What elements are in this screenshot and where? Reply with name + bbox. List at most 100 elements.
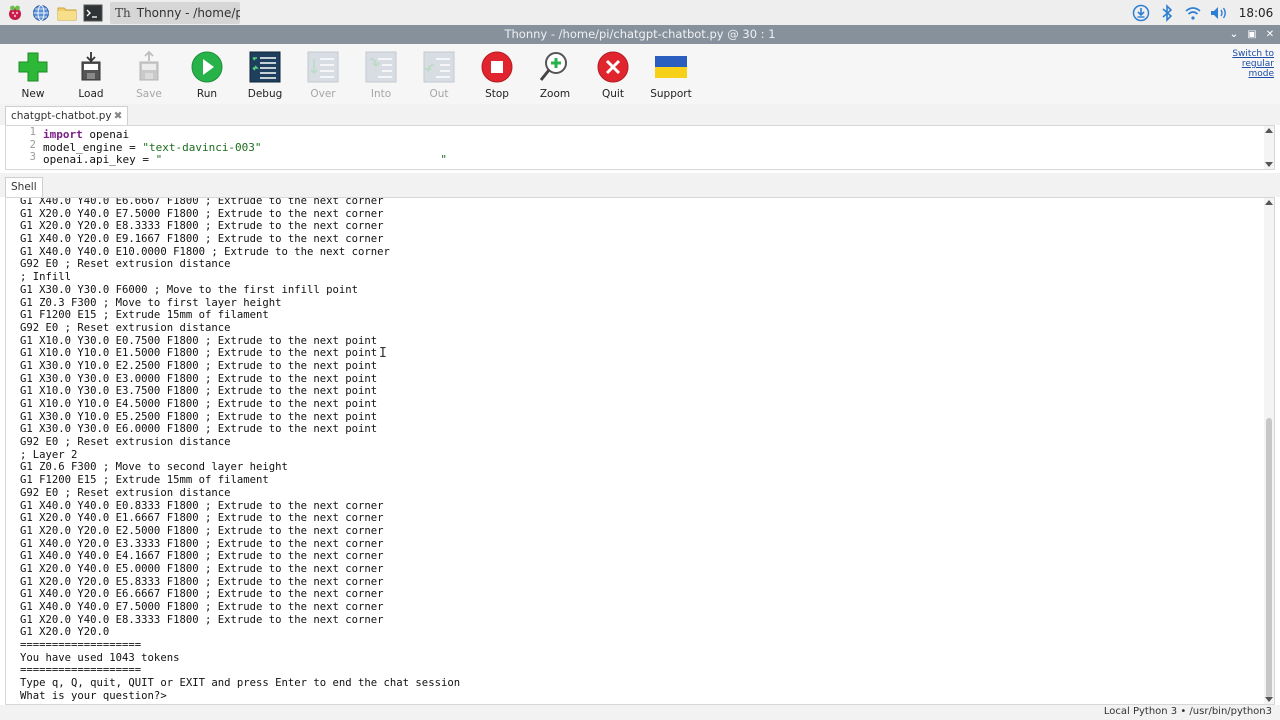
minimize-icon[interactable]: ⌄ [1228, 25, 1240, 44]
shell-line: G1 X30.0 Y10.0 E2.2500 F1800 ; Extrude t… [20, 359, 378, 372]
load-button[interactable]: Load [62, 48, 120, 102]
shell-line: Type q, Q, quit, QUIT or EXIT and press … [20, 677, 461, 690]
save-button[interactable]: Save [120, 48, 178, 102]
maximize-icon[interactable]: ▣ [1246, 25, 1258, 44]
line-number: 2 [29, 138, 36, 151]
shell-line: G1 X20.0 Y20.0 E2.5000 F1800 ; Extrude t… [20, 524, 384, 537]
debug-icon [248, 50, 282, 84]
code-editor[interactable]: 1 2 3 import openai model_engine = "text… [5, 125, 1275, 170]
zoom-icon [538, 50, 572, 84]
shell-console[interactable]: G1 X40.0 Y40.0 E6.6667 F1800 ; Extrude t… [5, 197, 1275, 705]
scroll-up-icon[interactable] [1265, 200, 1273, 205]
shell-tab[interactable]: Shell [5, 177, 43, 197]
close-icon[interactable]: ✕ [1264, 25, 1276, 44]
terminal-icon[interactable] [82, 2, 104, 24]
raspberry-icon[interactable] [4, 2, 26, 24]
quit-icon [596, 50, 630, 84]
editor-tab-label: chatgpt-chatbot.py [11, 110, 112, 122]
shell-line: G1 X10.0 Y30.0 E3.7500 F1800 ; Extrude t… [20, 385, 378, 398]
shell-line: G1 X20.0 Y40.0 E5.0000 F1800 ; Extrude t… [20, 562, 384, 575]
thonny-icon: Th [115, 5, 131, 20]
step-into-button-label: Into [370, 88, 392, 100]
string-token: " " [155, 153, 447, 167]
zoom-button-label: Zoom [539, 88, 571, 100]
run-button-label: Run [196, 88, 218, 100]
download-icon[interactable] [1128, 0, 1154, 25]
switch-mode-line-2: regular [1241, 59, 1274, 69]
shell-line: =================== [20, 639, 142, 652]
clock[interactable]: 18:06 [1232, 6, 1280, 20]
debug-button[interactable]: Debug [236, 48, 294, 102]
window-title: Thonny - /home/pi/chatgpt-chatbot.py @ 3… [504, 27, 776, 41]
switch-mode-link[interactable]: Switch to regular mode [1230, 49, 1274, 79]
scrollbar-thumb[interactable] [1266, 418, 1272, 698]
shell-line: What is your question?> [20, 689, 167, 702]
step-out-button[interactable]: Out [410, 48, 468, 102]
shell-line: G92 E0 ; Reset extrusion distance [20, 321, 231, 334]
shell-line: G1 X10.0 Y30.0 E0.7500 F1800 ; Extrude t… [20, 334, 378, 347]
shell-line: G1 X10.0 Y10.0 E1.5000 F1800 ; Extrude t… [20, 347, 378, 360]
shell-tabbar: Shell [0, 173, 1280, 197]
shell-line: G1 Z0.6 F300 ; Move to second layer heig… [20, 461, 288, 474]
shell-line: G1 X40.0 Y40.0 E7.5000 F1800 ; Extrude t… [20, 601, 384, 613]
shell-line: G1 F1200 E15 ; Extrude 15mm of filament [20, 474, 269, 487]
new-button[interactable]: New [4, 48, 62, 102]
shell-line: G1 X20.0 Y20.0 E5.8333 F1800 ; Extrude t… [20, 575, 384, 588]
shell-line: G1 X30.0 Y30.0 E6.0000 F1800 ; Extrude t… [20, 423, 378, 436]
folder-icon[interactable] [56, 2, 78, 24]
zoom-button[interactable]: Zoom [526, 48, 584, 102]
scroll-up-icon[interactable] [1265, 128, 1273, 133]
volume-icon[interactable] [1206, 0, 1232, 25]
load-button-label: Load [78, 88, 104, 100]
text-cursor-icon: I [379, 346, 387, 361]
scroll-down-icon[interactable] [1265, 697, 1273, 702]
shell-line: G1 X40.0 Y20.0 E3.3333 F1800 ; Extrude t… [20, 537, 384, 550]
code-text[interactable]: import openai model_engine = "text-davin… [43, 128, 1262, 167]
tab-close-icon[interactable]: ✖ [114, 110, 123, 122]
shell-line: G1 F1200 E15 ; Extrude 15mm of filament [20, 309, 269, 322]
shell-scrollbar[interactable] [1264, 198, 1274, 704]
taskbar: Th Thonny - /home/pi/... 18:06 [0, 0, 1280, 25]
support-button[interactable]: Support [642, 48, 700, 102]
plus-icon [16, 50, 50, 84]
shell-line: G1 X20.0 Y40.0 E1.6667 F1800 ; Extrude t… [20, 512, 384, 525]
switch-mode-line-3: mode [1248, 69, 1274, 79]
quit-button[interactable]: Quit [584, 48, 642, 102]
string-token: "text-davinci-003" [142, 140, 262, 154]
code-token: openai [82, 128, 130, 141]
stop-button[interactable]: Stop [468, 48, 526, 102]
code-token: model_engine = [43, 140, 143, 154]
toolbar: New Load Save Run Debug Over Into Out St… [0, 44, 1280, 104]
keyword-token: import [43, 128, 83, 141]
run-button[interactable]: Run [178, 48, 236, 102]
browser-icon[interactable] [30, 2, 52, 24]
step-over-icon [306, 50, 340, 84]
shell-line: G1 X30.0 Y30.0 E3.0000 F1800 ; Extrude t… [20, 372, 378, 385]
shell-line: G1 X40.0 Y40.0 E0.8333 F1800 ; Extrude t… [20, 499, 384, 512]
shell-line: G1 X40.0 Y40.0 E4.1667 F1800 ; Extrude t… [20, 550, 384, 563]
shell-line: G1 X30.0 Y30.0 F6000 ; Move to the first… [20, 283, 359, 296]
save-button-label: Save [136, 88, 162, 100]
scroll-down-icon[interactable] [1265, 162, 1273, 167]
interpreter-status[interactable]: Local Python 3 • /usr/bin/python3 [1104, 706, 1272, 717]
shell-line: G92 E0 ; Reset extrusion distance [20, 258, 231, 271]
shell-line: G1 X10.0 Y10.0 E4.5000 F1800 ; Extrude t… [20, 398, 378, 410]
load-icon [74, 50, 108, 84]
shell-line: G1 X20.0 Y20.0 [20, 626, 110, 639]
step-into-icon [364, 50, 398, 84]
taskbar-task-thonny[interactable]: Th Thonny - /home/pi/... [110, 1, 240, 24]
editor-tab[interactable]: chatgpt-chatbot.py ✖ [5, 106, 129, 125]
code-line: openai.api_key = " " [43, 154, 1262, 167]
editor-scrollbar[interactable] [1264, 126, 1274, 169]
shell-line: G1 X20.0 Y40.0 E7.5000 F1800 ; Extrude t… [20, 207, 384, 220]
step-out-button-label: Out [429, 88, 449, 100]
shell-line: ; Infill [20, 271, 72, 284]
window-titlebar[interactable]: Thonny - /home/pi/chatgpt-chatbot.py @ 3… [0, 25, 1280, 44]
shell-output[interactable]: G1 X40.0 Y40.0 E6.6667 F1800 ; Extrude t… [20, 198, 1260, 703]
bluetooth-icon[interactable] [1154, 0, 1180, 25]
step-into-button[interactable]: Into [352, 48, 410, 102]
wifi-icon[interactable] [1180, 0, 1206, 25]
ukraine-flag-icon [654, 50, 688, 84]
step-over-button[interactable]: Over [294, 48, 352, 102]
shell-line: =================== [20, 664, 142, 677]
